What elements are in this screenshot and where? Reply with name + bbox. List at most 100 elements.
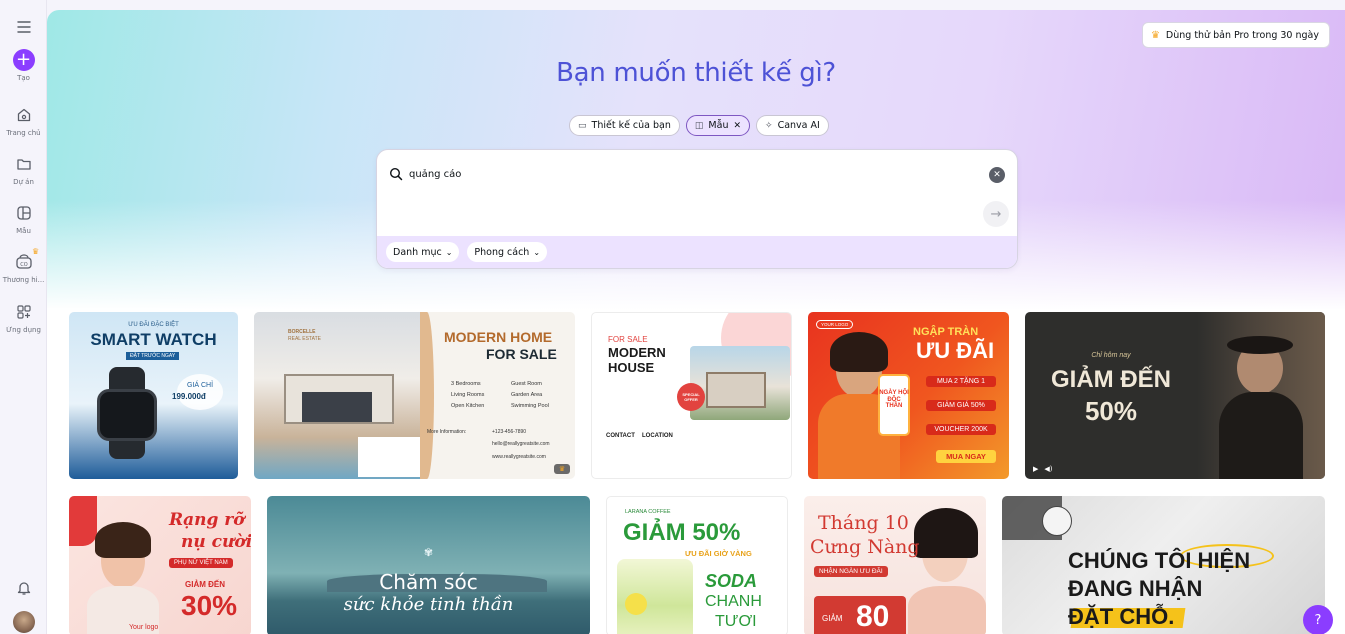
template-text: LOCATION: [642, 433, 673, 439]
template-text: Open Kitchen: [451, 403, 485, 409]
notifications-button[interactable]: [0, 577, 47, 599]
template-text: Garden Area: [511, 392, 543, 398]
template-card[interactable]: Chỉ hôm nay GIẢM ĐẾN 50% ▶ ◀): [1025, 312, 1325, 479]
woman-photo: [908, 504, 986, 634]
template-text: GIÁ CHỈ: [187, 382, 214, 389]
template-text: HOUSE: [608, 360, 655, 375]
plus-icon: +: [12, 49, 35, 71]
pro-trial-button[interactable]: ♛ Dùng thử bản Pro trong 30 ngày: [1141, 22, 1330, 48]
template-text: Tháng 10: [818, 512, 909, 534]
tab-label: Mẫu: [708, 120, 729, 131]
template-card[interactable]: BORCELLE REAL ESTATE MODERN HOME FOR SAL…: [254, 312, 575, 479]
create-button[interactable]: + Tạo: [0, 49, 47, 82]
sidebar-item-brand[interactable]: CO ♛ Thương hi...: [0, 247, 47, 284]
filter-label: Danh mục: [393, 246, 442, 258]
template-text: CHÚNG TÔI HIỆN: [1068, 548, 1251, 573]
template-text: www.reallygreatsite.com: [492, 454, 546, 460]
template-text: BORCELLE: [288, 329, 316, 335]
help-button[interactable]: ?: [1303, 605, 1333, 634]
tab-label: Canva AI: [777, 120, 820, 131]
chevron-down-icon: ⌄: [445, 247, 453, 257]
template-text: NGẬP TRÀN: [913, 326, 979, 338]
designs-icon: ▭: [578, 120, 587, 131]
template-card[interactable]: FOR SALE MODERN HOUSE SPECIAL OFFER CONT…: [591, 312, 792, 479]
accent-curve: [420, 312, 434, 479]
filter-bar: Danh mục ⌄ Phong cách ⌄: [377, 236, 1017, 268]
template-card[interactable]: Rạng rỡ nụ cười PHỤ NỮ VIỆT NAM GIẢM ĐẾN…: [69, 496, 251, 634]
search-box: ✕ → Danh mục ⌄ Phong cách ⌄: [376, 149, 1018, 269]
template-text: 30%: [181, 590, 238, 621]
tab-label: Thiết kế của bạn: [591, 120, 671, 131]
volume-icon[interactable]: ◀): [1044, 465, 1052, 473]
template-text: VOUCHER 200K: [926, 424, 996, 435]
template-text: GIẢM GIÁ 50%: [926, 400, 996, 411]
template-text: 50%: [1084, 396, 1138, 426]
template-text: CONTACT: [606, 433, 635, 439]
play-icon[interactable]: ▶: [1033, 465, 1038, 473]
template-text: SODA: [705, 571, 758, 591]
offer-badge: SPECIAL OFFER: [677, 383, 705, 411]
sidebar-item-home[interactable]: Trang chủ: [0, 104, 47, 137]
sidebar-item-apps[interactable]: Ứng dụng: [0, 301, 47, 334]
template-text: hello@reallygreatsite.com: [492, 441, 550, 447]
bell-icon: [13, 577, 35, 599]
template-text: sức khỏe tinh thần: [343, 594, 514, 615]
template-card[interactable]: Tháng 10 Cưng Nàng NHẬN NGÀN ƯU ĐÃI GIẢM…: [804, 496, 986, 634]
template-text: LARANA COFFEE: [625, 509, 671, 515]
sidebar-item-label: Thương hi...: [2, 276, 45, 284]
template-text: NGÀY HỘI ĐỘC THÂN: [879, 390, 909, 410]
home-icon: [13, 104, 35, 126]
template-card[interactable]: CHÚNG TÔI HIỆN ĐANG NHẬN ĐẶT CHỖ.: [1002, 496, 1325, 634]
template-text: GIẢM 50%: [623, 519, 741, 546]
flower-icon: ✾: [423, 547, 434, 559]
sidebar: + Tạo Trang chủ Dự án Mẫu CO ♛ Thương hi…: [0, 0, 47, 634]
template-icon: ◫: [694, 120, 704, 131]
close-icon[interactable]: ✕: [733, 121, 741, 131]
template-text: Rạng rỡ: [169, 510, 245, 530]
drink-photo: [617, 559, 693, 634]
pro-trial-label: Dùng thử bản Pro trong 30 ngày: [1165, 29, 1319, 41]
sidebar-item-projects[interactable]: Dự án: [0, 153, 47, 186]
template-card[interactable]: ✾ Chăm sóc sức khỏe tinh thần: [267, 496, 590, 634]
video-controls[interactable]: ▶ ◀): [1033, 465, 1053, 473]
tab-canva-ai[interactable]: ✧ Canva AI: [756, 115, 829, 136]
chevron-down-icon: ⌄: [533, 247, 541, 257]
submit-search-button[interactable]: →: [983, 201, 1009, 227]
template-text: ƯU ĐÃI ĐẶC BIỆT: [128, 322, 179, 328]
sidebar-item-label: Trang chủ: [6, 129, 41, 137]
template-card[interactable]: ƯU ĐÃI ĐẶC BIỆT SMART WATCH ĐẶT TRƯỚC NG…: [69, 312, 238, 479]
template-text: YOUR LOGO: [816, 320, 854, 329]
template-text: PHỤ NỮ VIỆT NAM: [169, 558, 233, 568]
filter-category[interactable]: Danh mục ⌄: [386, 242, 460, 262]
template-text: GIẢM ĐẾN: [185, 580, 225, 589]
crown-icon: ♛: [554, 464, 570, 474]
sidebar-item-label: Mẫu: [16, 227, 31, 235]
model-photo: [1197, 312, 1325, 479]
search-input[interactable]: [409, 165, 969, 183]
template-text: ĐANG NHẬN: [1068, 576, 1203, 601]
tab-templates[interactable]: ◫ Mẫu ✕: [685, 115, 751, 136]
template-text: GIẢM ĐẾN: [1051, 366, 1171, 393]
folder-icon: [13, 153, 35, 175]
template-text: +123-456-7890: [492, 429, 527, 435]
template-text: 80: [856, 600, 890, 633]
template-text: SMART WATCH: [90, 330, 217, 349]
template-text: Your logo: [129, 624, 159, 631]
template-text: Guest Room: [511, 381, 542, 387]
tab-your-designs[interactable]: ▭ Thiết kế của bạn: [569, 115, 680, 136]
avatar[interactable]: [0, 611, 47, 633]
clear-search-button[interactable]: ✕: [989, 167, 1005, 183]
template-text: ƯU ĐÃI GIỜ VÀNG: [685, 549, 752, 558]
sidebar-item-templates[interactable]: Mẫu: [0, 202, 47, 235]
sidebar-item-label: Ứng dụng: [6, 326, 41, 334]
template-text: TƯƠI: [715, 613, 757, 630]
svg-text:CO: CO: [20, 262, 27, 268]
avatar-image: [12, 611, 35, 633]
template-card[interactable]: YOUR LOGO NGÀY HỘI ĐỘC THÂN NGẬP TRÀN ƯU…: [808, 312, 1009, 479]
template-text: Cưng Nàng: [810, 536, 920, 558]
create-label: Tạo: [17, 74, 30, 82]
menu-button[interactable]: [0, 16, 47, 38]
template-card[interactable]: LARANA COFFEE GIẢM 50% ƯU ĐÃI GIỜ VÀNG S…: [606, 496, 788, 634]
filter-style[interactable]: Phong cách ⌄: [467, 242, 548, 262]
template-text: FOR SALE: [486, 346, 557, 362]
